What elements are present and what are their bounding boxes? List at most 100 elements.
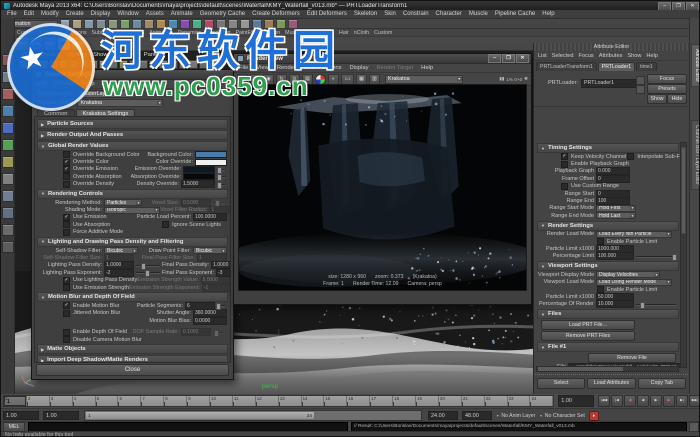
animation-start-field[interactable]: 1.00 <box>3 411 39 420</box>
button[interactable]: Load PRT File... <box>541 319 635 330</box>
keep-image-icon[interactable]: ▦ <box>356 73 367 85</box>
panel-lock-camera-icon[interactable] <box>29 60 38 69</box>
close-settings-button[interactable]: Close <box>36 364 229 376</box>
presets-button[interactable]: Presets <box>647 84 687 94</box>
shelf-tab[interactable]: Surfaces <box>39 30 60 36</box>
timeline-frame[interactable]: 3 <box>49 396 73 406</box>
redo-icon[interactable] <box>108 18 118 29</box>
value-field[interactable]: 1 <box>104 254 134 262</box>
shelf-tab[interactable]: Fur <box>326 30 334 36</box>
panel-gamma-icon[interactable] <box>169 60 178 69</box>
slider[interactable] <box>136 269 160 278</box>
menu-item[interactable]: Create <box>66 11 84 17</box>
timeline-frame[interactable]: 10 <box>210 396 233 406</box>
slider[interactable] <box>213 329 225 337</box>
renderer-dropdown[interactable]: Krakatoa ▼ <box>385 74 463 84</box>
button[interactable]: Remove File <box>588 352 676 363</box>
go-to-end-button[interactable]: ▶▶| <box>689 395 699 407</box>
checkbox[interactable]: ✓ <box>63 213 70 221</box>
shelf-tab[interactable]: Animation <box>149 30 173 36</box>
playback-start-field[interactable]: 1.00 <box>43 411 79 420</box>
snap-point-icon[interactable] <box>180 18 190 29</box>
menu-item[interactable]: Window <box>117 11 138 17</box>
render-settings-icon[interactable] <box>288 18 298 29</box>
shelf-tab[interactable]: Fluids <box>307 30 321 36</box>
play-forwards-button[interactable]: ▶ <box>650 395 662 407</box>
panel-motionblur-icon[interactable] <box>149 60 158 69</box>
render-icon[interactable]: ▣ <box>237 73 248 85</box>
value-field[interactable]: 0.1000 <box>181 328 211 337</box>
checkbox[interactable] <box>63 151 70 159</box>
menu-item[interactable]: Constrain <box>403 11 429 17</box>
section-header[interactable]: ▼ Global Render Values <box>37 141 228 151</box>
snap-plane-icon[interactable] <box>192 18 202 29</box>
timeline-frame[interactable]: 1 <box>4 396 27 406</box>
checkbox[interactable] <box>561 182 568 190</box>
slider-handle[interactable] <box>215 303 221 311</box>
shelf-tab[interactable]: Toon <box>269 30 281 36</box>
focus-button[interactable]: Focus <box>647 74 687 84</box>
checkbox[interactable] <box>63 328 70 336</box>
redo-previous-render-icon[interactable]: ↻ <box>276 73 287 85</box>
menu-item[interactable]: Render Target <box>377 65 414 71</box>
menu-item[interactable]: Create Deformers <box>252 11 300 17</box>
sidebar-tab-attribute-editor[interactable]: Attribute Editor <box>691 44 699 88</box>
select-hierarchy-icon[interactable] <box>120 18 130 29</box>
attribute-editor-header[interactable]: Attribute Editor <box>534 43 689 51</box>
value-field[interactable]: 100.0000 <box>193 213 227 222</box>
section-header[interactable]: ▼ Viewport Settings <box>537 261 679 272</box>
panel-isolate-icon[interactable] <box>179 60 188 69</box>
timeline-frame[interactable]: 15 <box>324 396 348 406</box>
timeline-frame[interactable]: 6 <box>118 396 142 406</box>
pause-ipr-icon[interactable]: ▮▮ <box>499 76 504 82</box>
color-swatch[interactable] <box>195 151 227 159</box>
layout-single-pane-icon[interactable] <box>1 224 14 236</box>
menu-item[interactable]: IPR <box>304 65 314 71</box>
shelf-prt-volume-icon[interactable]: VOL <box>30 37 42 50</box>
rgb-channels-icon[interactable] <box>315 73 326 85</box>
panel-ao-icon[interactable] <box>139 60 148 69</box>
menu-item[interactable]: Focus <box>579 53 594 59</box>
menu-item[interactable]: Geometry Cache <box>200 11 245 17</box>
dropdown[interactable]: Particles ▼ <box>104 199 142 207</box>
dropdown[interactable]: Load Using Render Mode ▼ <box>596 278 672 286</box>
shelf-tab[interactable]: Polygons <box>65 30 87 36</box>
render-region-icon[interactable]: ▢ <box>250 73 261 85</box>
panel-2d-pan-icon[interactable] <box>69 60 78 69</box>
shelf-tab[interactable]: Subdivs <box>91 30 110 36</box>
shelf-tab[interactable]: Custom <box>374 30 392 36</box>
render-layer-dropdown[interactable]: masterLayer ▼ <box>77 89 136 98</box>
menu-item[interactable]: Help <box>421 65 433 71</box>
dropdown[interactable]: Isotropic ▼ <box>104 206 160 214</box>
last-tool-icon[interactable] <box>1 207 14 219</box>
alpha-channel-icon[interactable]: ◐ <box>328 73 339 85</box>
menu-item[interactable]: Assets <box>146 11 164 17</box>
step-forward-key-button[interactable]: ▶ <box>663 395 675 407</box>
slider-handle[interactable] <box>672 253 678 261</box>
swap-icon[interactable] <box>636 85 645 94</box>
ipr-render-icon[interactable] <box>276 18 286 29</box>
checkbox[interactable]: ✓ <box>561 153 568 161</box>
slider[interactable] <box>216 173 225 182</box>
shelf-prt-loader-icon[interactable]: PRT <box>16 37 28 50</box>
menu-item[interactable]: Render <box>277 65 296 71</box>
paint-select-tool-icon[interactable] <box>1 88 14 100</box>
hide-button[interactable]: Hide <box>667 94 687 104</box>
minimize-button[interactable]: – <box>488 54 501 63</box>
node-name-field[interactable]: PRTLoader1 <box>581 79 637 88</box>
menu-item[interactable]: File <box>239 65 248 71</box>
shelf-prt-saver-icon[interactable]: PRT <box>58 37 70 50</box>
panel-textured-icon[interactable] <box>109 60 118 69</box>
vertical-scrollbar[interactable] <box>680 142 687 368</box>
checkbox[interactable] <box>63 336 70 343</box>
menu-item[interactable]: Skin <box>384 11 396 17</box>
shelf-tab[interactable]: Dynamics <box>178 30 201 36</box>
show-button[interactable]: Show <box>647 94 667 104</box>
shelf-tab[interactable]: Hair <box>339 30 349 36</box>
value-field[interactable]: 1 <box>197 254 227 262</box>
dropdown[interactable]: Load Every Nth Particle ▼ <box>596 230 672 238</box>
timeline-frame[interactable]: 4 <box>72 396 96 406</box>
menu-item[interactable]: Attributes <box>599 53 623 59</box>
node-tab[interactable]: PRTLoader1 <box>597 62 636 71</box>
construction-history-icon[interactable] <box>240 18 250 29</box>
